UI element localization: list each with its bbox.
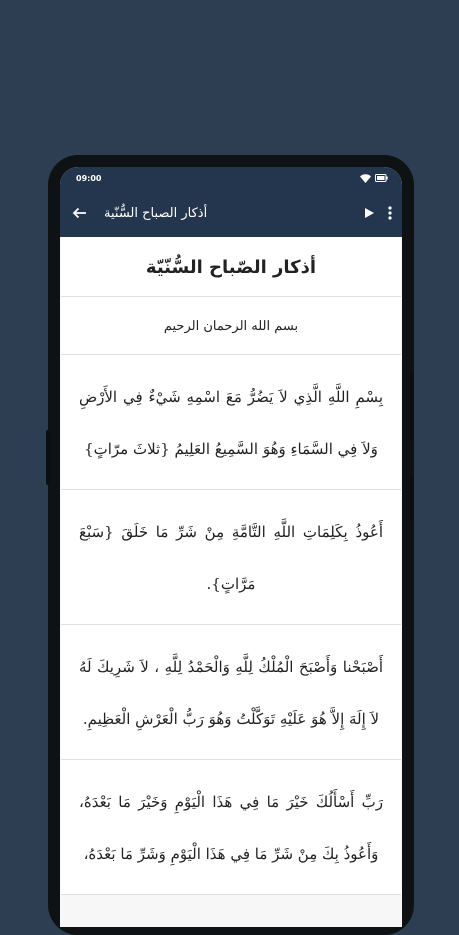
- adhkar-list: أذكار الصّباح السُّنّيّة بسم الله الرحما…: [60, 237, 402, 927]
- app-title: أذكار الصباح السُّنّية: [104, 205, 208, 221]
- dhikr-card[interactable]: أَعُوذُ بِكَلِمَاتِ اللَّهِ التَّامَّةِ …: [61, 490, 401, 625]
- app-bar: أذكار الصباح السُّنّية: [60, 189, 402, 237]
- status-time: 09:00: [76, 173, 102, 183]
- more-vert-icon[interactable]: [388, 206, 392, 220]
- wifi-icon: [360, 173, 371, 183]
- power-button: [410, 370, 414, 440]
- back-arrow-icon[interactable]: [72, 207, 86, 219]
- dhikr-card[interactable]: رَبِّ أَسْأَلُكَ خَيْرَ مَا فِي هَذَا ال…: [61, 760, 401, 895]
- side-button: [410, 475, 414, 520]
- dhikr-card[interactable]: بِسْمِ اللَّهِ الَّذِي لاَ يَضُرُّ مَعَ …: [61, 355, 401, 490]
- page-heading: أذكار الصّباح السُّنّيّة: [61, 237, 401, 297]
- status-icons: [360, 173, 388, 183]
- play-icon[interactable]: [365, 208, 374, 218]
- dhikr-card[interactable]: أَصْبَحْنا وَأَصْبَحَ الْمُلْكُ لِلَّهِ …: [61, 625, 401, 760]
- battery-icon: [375, 174, 388, 182]
- screen: 09:00 أذكار الصباح السُّنّية أذكار الصّب…: [60, 167, 402, 927]
- volume-button: [46, 430, 50, 485]
- status-bar: 09:00: [60, 167, 402, 189]
- basmala-card: بسم الله الرحمان الرحيم: [61, 297, 401, 355]
